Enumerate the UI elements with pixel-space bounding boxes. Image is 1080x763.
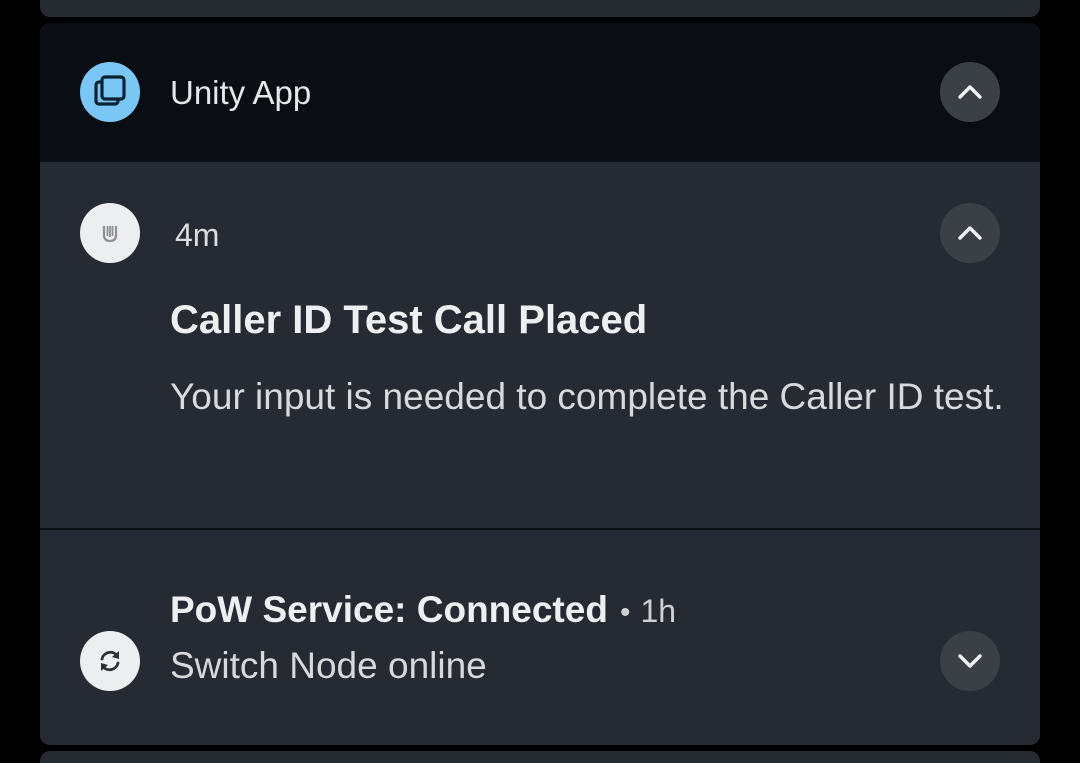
previous-notification-card[interactable] [40,0,1040,17]
chevron-up-icon [958,226,982,240]
notification-body: Switch Node online [170,645,487,686]
notification-shade: Unity App 4m Caller ID Test Call Placed … [0,0,1080,763]
notification-pow-service[interactable]: PoW Service: Connected • 1h Switch Node on… [40,530,1040,745]
chevron-up-icon [958,85,982,99]
notification-title: PoW Service: Connected [170,589,608,630]
notification-caller-id[interactable]: 4m Caller ID Test Call Placed Your input… [40,162,1040,528]
app-name: Unity App [170,74,312,111]
collapse-notification-button[interactable] [940,203,1000,263]
copy-stack-icon [80,62,140,122]
unity-u-icon [80,203,140,263]
next-notification-card[interactable] [40,751,1040,763]
notification-group-card[interactable]: Unity App 4m Caller ID Test Call Placed … [40,23,1040,745]
notification-header-line: PoW Service: Connected • 1h [170,586,676,642]
notification-time: 4m [175,217,220,253]
chevron-down-icon [958,654,982,668]
separator-dot: • [619,596,631,629]
notification-body: Your input is needed to complete the Cal… [170,376,1004,417]
group-header[interactable]: Unity App [40,23,1040,162]
sync-icon [80,631,140,691]
notification-time: 1h [640,593,677,629]
collapse-group-button[interactable] [940,62,1000,122]
expand-notification-button[interactable] [940,631,1000,691]
notification-title: Caller ID Test Call Placed [170,298,648,342]
